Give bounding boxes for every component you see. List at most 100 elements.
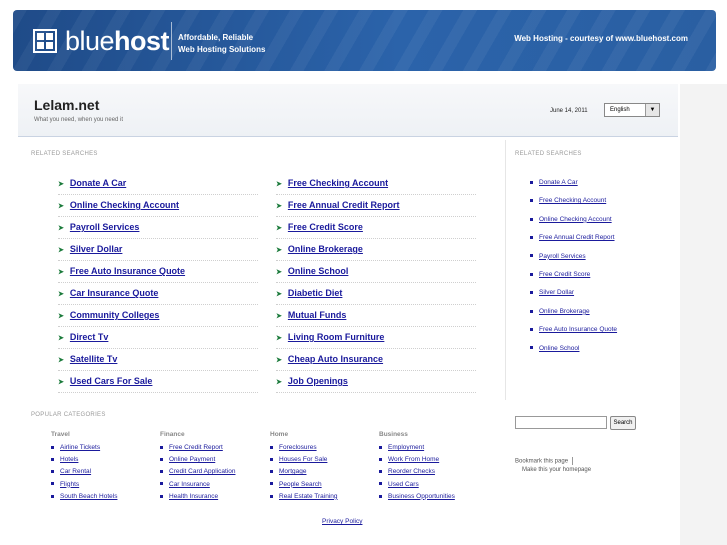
related-search-link[interactable]: Online Checking Account [70, 200, 179, 210]
bluehost-logo[interactable]: bluehost [33, 24, 170, 58]
related-search-item[interactable]: ➤ Cheap Auto Insurance [276, 348, 476, 371]
right-related-link[interactable]: Payroll Services [539, 253, 586, 260]
related-search-item[interactable]: ➤ Online School [276, 260, 476, 283]
related-search-link[interactable]: Diabetic Diet [288, 288, 343, 298]
related-search-link[interactable]: Car Insurance Quote [70, 288, 159, 298]
category-link[interactable]: South Beach Hotels [60, 493, 117, 500]
related-search-link[interactable]: Free Auto Insurance Quote [70, 266, 185, 276]
right-related-link[interactable]: Free Credit Score [539, 271, 590, 278]
related-search-item[interactable]: ➤ Free Auto Insurance Quote [58, 260, 258, 283]
category-item[interactable]: Airline Tickets [51, 444, 100, 451]
category-item[interactable]: Foreclosures [270, 444, 317, 451]
banner-courtesy[interactable]: Web Hosting - courtesy of www.bluehost.c… [514, 34, 688, 43]
category-link[interactable]: Free Credit Report [169, 444, 223, 451]
category-link[interactable]: Health Insurance [169, 493, 218, 500]
related-search-item[interactable]: ➤ Living Room Furniture [276, 326, 476, 349]
related-search-item[interactable]: ➤ Car Insurance Quote [58, 282, 258, 305]
category-item[interactable]: Real Estate Training [270, 493, 338, 500]
category-link[interactable]: Flights [60, 481, 79, 488]
right-related-item[interactable]: Payroll Services [530, 253, 586, 260]
category-link[interactable]: Work From Home [388, 456, 439, 463]
right-related-item[interactable]: Free Checking Account [530, 197, 606, 204]
related-search-link[interactable]: Direct Tv [70, 332, 109, 342]
bookmark-link[interactable]: Bookmark this page [515, 457, 574, 465]
category-item[interactable]: Mortgage [270, 468, 306, 475]
category-item[interactable]: Hotels [51, 456, 78, 463]
right-related-link[interactable]: Online School [539, 345, 579, 352]
related-search-item[interactable]: ➤ Donate A Car [58, 172, 258, 195]
related-search-item[interactable]: ➤ Community Colleges [58, 304, 258, 327]
search-input[interactable] [515, 416, 607, 429]
category-item[interactable]: Credit Card Application [160, 468, 235, 475]
category-link[interactable]: Mortgage [279, 468, 306, 475]
right-related-item[interactable]: Silver Dollar [530, 289, 574, 296]
category-item[interactable]: South Beach Hotels [51, 493, 117, 500]
related-search-item[interactable]: ➤ Online Brokerage [276, 238, 476, 261]
related-search-item[interactable]: ➤ Payroll Services [58, 216, 258, 239]
category-link[interactable]: Hotels [60, 456, 78, 463]
right-related-item[interactable]: Free Credit Score [530, 271, 590, 278]
right-related-item[interactable]: Donate A Car [530, 179, 578, 186]
language-select[interactable]: English ▼ [604, 103, 660, 117]
related-search-item[interactable]: ➤ Free Annual Credit Report [276, 194, 476, 217]
category-link[interactable]: Airline Tickets [60, 444, 100, 451]
related-search-item[interactable]: ➤ Diabetic Diet [276, 282, 476, 305]
category-item[interactable]: Employment [379, 444, 424, 451]
right-related-link[interactable]: Free Checking Account [539, 197, 606, 204]
related-search-link[interactable]: Cheap Auto Insurance [288, 354, 383, 364]
category-link[interactable]: Employment [388, 444, 424, 451]
category-link[interactable]: People Search [279, 481, 322, 488]
right-related-link[interactable]: Donate A Car [539, 179, 578, 186]
related-search-item[interactable]: ➤ Silver Dollar [58, 238, 258, 261]
category-item[interactable]: Online Payment [160, 456, 215, 463]
category-link[interactable]: Car Rental [60, 468, 91, 475]
related-search-link[interactable]: Free Annual Credit Report [288, 200, 400, 210]
related-search-link[interactable]: Online School [288, 266, 349, 276]
category-item[interactable]: People Search [270, 481, 322, 488]
related-search-link[interactable]: Free Credit Score [288, 222, 363, 232]
related-search-item[interactable]: ➤ Job Openings [276, 370, 476, 393]
related-search-link[interactable]: Payroll Services [70, 222, 140, 232]
right-related-link[interactable]: Online Brokerage [539, 308, 590, 315]
category-item[interactable]: Free Credit Report [160, 444, 223, 451]
related-search-item[interactable]: ➤ Used Cars For Sale [58, 370, 258, 393]
right-related-item[interactable]: Online Brokerage [530, 308, 590, 315]
category-item[interactable]: Health Insurance [160, 493, 218, 500]
category-link[interactable]: Reorder Checks [388, 468, 435, 475]
related-search-item[interactable]: ➤ Direct Tv [58, 326, 258, 349]
category-item[interactable]: Flights [51, 481, 79, 488]
related-search-link[interactable]: Online Brokerage [288, 244, 363, 254]
related-search-link[interactable]: Free Checking Account [288, 178, 388, 188]
category-link[interactable]: Real Estate Training [279, 493, 338, 500]
right-related-item[interactable]: Free Annual Credit Report [530, 234, 615, 241]
related-search-link[interactable]: Job Openings [288, 376, 348, 386]
category-link[interactable]: Used Cars [388, 481, 419, 488]
right-related-link[interactable]: Online Checking Account [539, 216, 612, 223]
category-item[interactable]: Business Opportunities [379, 493, 455, 500]
category-link[interactable]: Business Opportunities [388, 493, 455, 500]
category-item[interactable]: Used Cars [379, 481, 419, 488]
related-search-link[interactable]: Community Colleges [70, 310, 160, 320]
related-search-item[interactable]: ➤ Mutual Funds [276, 304, 476, 327]
related-search-item[interactable]: ➤ Satellite Tv [58, 348, 258, 371]
related-search-link[interactable]: Silver Dollar [70, 244, 123, 254]
homepage-link[interactable]: Make this your homepage [522, 467, 591, 473]
dropdown-arrow-icon[interactable]: ▼ [645, 104, 659, 116]
category-link[interactable]: Foreclosures [279, 444, 317, 451]
related-search-link[interactable]: Satellite Tv [70, 354, 118, 364]
category-link[interactable]: Credit Card Application [169, 468, 235, 475]
category-item[interactable]: Houses For Sale [270, 456, 327, 463]
right-related-item[interactable]: Online Checking Account [530, 216, 612, 223]
right-related-link[interactable]: Free Annual Credit Report [539, 234, 615, 241]
related-search-link[interactable]: Living Room Furniture [288, 332, 385, 342]
category-item[interactable]: Car Insurance [160, 481, 210, 488]
right-related-link[interactable]: Silver Dollar [539, 289, 574, 296]
privacy-policy-link[interactable]: Privacy Policy [322, 518, 362, 525]
category-item[interactable]: Work From Home [379, 456, 439, 463]
related-search-link[interactable]: Used Cars For Sale [70, 376, 153, 386]
category-item[interactable]: Car Rental [51, 468, 91, 475]
category-item[interactable]: Reorder Checks [379, 468, 435, 475]
category-link[interactable]: Houses For Sale [279, 456, 327, 463]
related-search-link[interactable]: Mutual Funds [288, 310, 347, 320]
category-link[interactable]: Online Payment [169, 456, 215, 463]
